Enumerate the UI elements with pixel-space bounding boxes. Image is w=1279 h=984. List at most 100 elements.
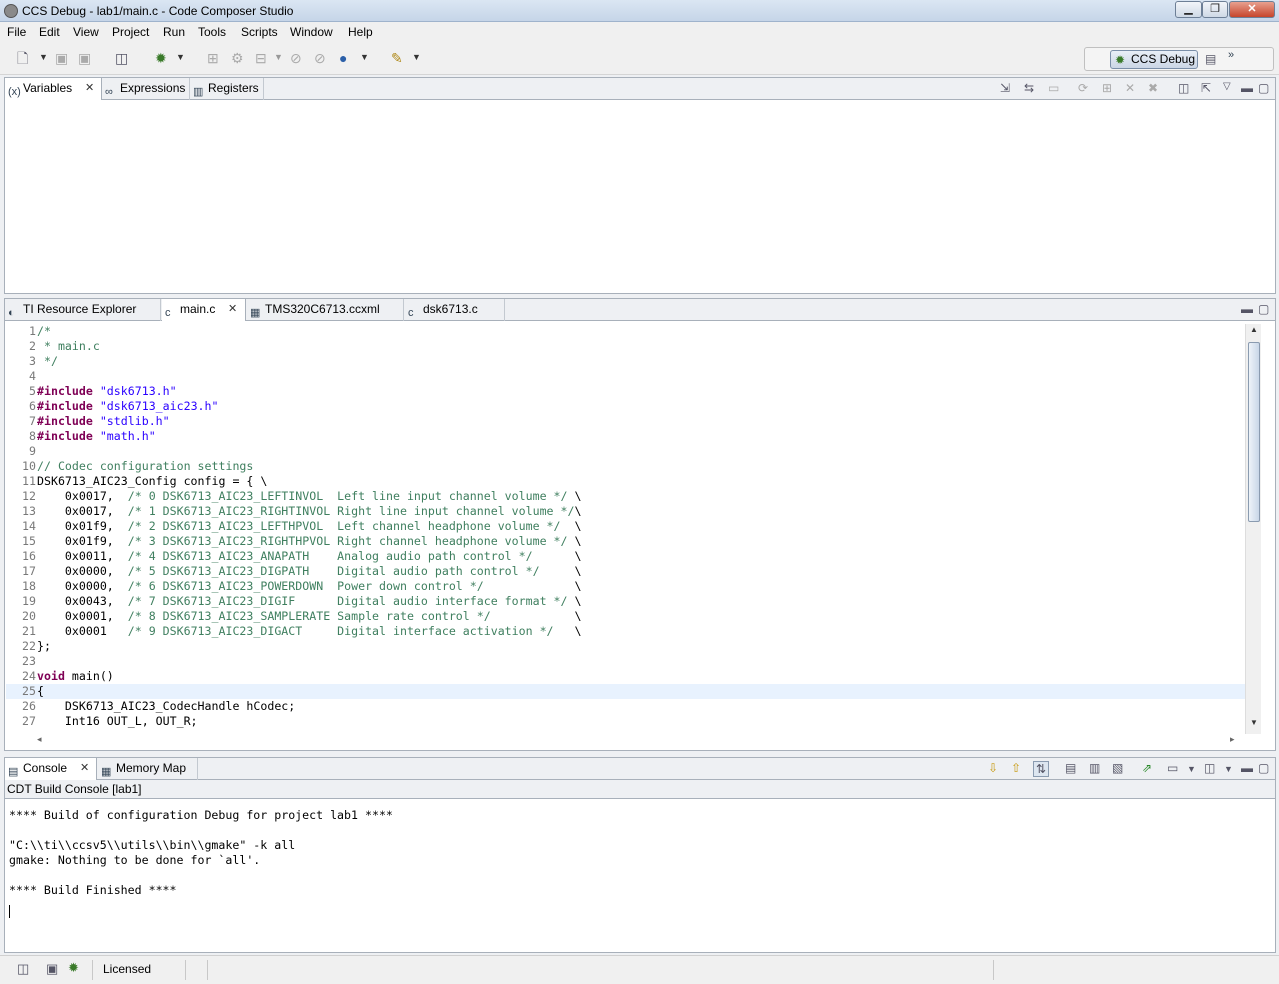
code-line[interactable]: 1/* bbox=[6, 324, 1245, 339]
open-console-icon[interactable]: ⇗ bbox=[1142, 761, 1152, 775]
minimize-icon[interactable]: ▬ bbox=[1241, 302, 1253, 316]
remove-all-icon[interactable]: ✖ bbox=[1148, 81, 1158, 95]
minimize-button[interactable]: ▁ bbox=[1175, 1, 1202, 18]
code-line[interactable]: 14 0x01f9, /* 2 DSK6713_AIC23_LEFTHPVOL … bbox=[6, 519, 1245, 534]
code-line[interactable]: 9 bbox=[6, 444, 1245, 459]
menu-edit[interactable]: Edit bbox=[39, 25, 60, 39]
new-view-icon[interactable]: ◫ bbox=[1178, 81, 1189, 95]
menu-file[interactable]: File bbox=[7, 25, 26, 39]
load-icon[interactable]: ⚙ bbox=[231, 50, 244, 66]
tab-ccxml[interactable]: ▦ TMS320C6713.ccxml bbox=[247, 299, 404, 321]
ccs-debug-perspective-button[interactable]: ✹ CCS Debug bbox=[1110, 50, 1198, 69]
new-console-icon[interactable]: ◫ bbox=[1204, 761, 1215, 775]
pin-icon[interactable]: ⇱ bbox=[1201, 81, 1211, 95]
display-console-icon[interactable]: ▭ bbox=[1167, 761, 1178, 775]
code-line[interactable]: 18 0x0000, /* 6 DSK6713_AIC23_POWERDOWN … bbox=[6, 579, 1245, 594]
code-line[interactable]: 11DSK6713_AIC23_Config config = { \ bbox=[6, 474, 1245, 489]
maximize-button[interactable]: ❐ bbox=[1202, 1, 1228, 18]
run-icon[interactable]: ● bbox=[339, 50, 347, 66]
menu-project[interactable]: Project bbox=[112, 25, 149, 39]
tab-dsk6713-c[interactable]: c dsk6713.c bbox=[405, 299, 505, 321]
tab-registers[interactable]: ▥ Registers bbox=[190, 78, 264, 100]
menu-run[interactable]: Run bbox=[163, 25, 185, 39]
tab-variables[interactable]: (x) Variables ✕ bbox=[5, 78, 102, 100]
scroll-lock-icon[interactable]: ⇅ bbox=[1033, 761, 1049, 777]
tab-console[interactable]: ▤ Console ✕ bbox=[5, 758, 97, 780]
maximize-icon[interactable]: ▢ bbox=[1258, 302, 1269, 316]
menu-view[interactable]: View bbox=[73, 25, 99, 39]
close-icon[interactable]: ✕ bbox=[85, 78, 94, 99]
show-type-icon[interactable]: ⇲ bbox=[1000, 81, 1010, 95]
code-line[interactable]: 21 0x0001 /* 9 DSK6713_AIC23_DIGACT Digi… bbox=[6, 624, 1245, 639]
tab-main-c[interactable]: c main.c ✕ bbox=[162, 299, 246, 321]
debug-icon[interactable]: ✹ bbox=[68, 960, 79, 976]
copy-icon[interactable]: ▧ bbox=[1112, 761, 1123, 775]
close-icon[interactable]: ✕ bbox=[228, 299, 237, 320]
collapse-icon[interactable]: ⇆ bbox=[1024, 81, 1034, 95]
chevron-down-icon[interactable]: ▼ bbox=[39, 52, 48, 62]
code-line[interactable]: 7#include "stdlib.h" bbox=[6, 414, 1245, 429]
refresh-icon[interactable]: ⟳ bbox=[1078, 81, 1088, 95]
clear-console-icon[interactable]: ▤ bbox=[1065, 761, 1076, 775]
flash-icon[interactable]: ⊟ bbox=[255, 50, 267, 66]
save-icon[interactable]: ▣ bbox=[55, 50, 68, 66]
remove-icon[interactable]: ✕ bbox=[1125, 81, 1135, 95]
tab-expressions[interactable]: ∞ Expressions bbox=[102, 78, 190, 100]
target-icon[interactable]: ▣ bbox=[46, 961, 58, 977]
code-line[interactable]: 22}; bbox=[6, 639, 1245, 654]
code-line[interactable]: 3 */ bbox=[6, 354, 1245, 369]
scroll-up-icon[interactable]: ▲ bbox=[1248, 325, 1260, 339]
more-perspectives[interactable]: » bbox=[1228, 49, 1234, 61]
menu-window[interactable]: Window bbox=[290, 25, 333, 39]
menu-help[interactable]: Help bbox=[348, 25, 373, 39]
new-icon[interactable]: ◫ bbox=[17, 961, 29, 977]
minimize-icon[interactable]: ▬ bbox=[1241, 761, 1253, 775]
scrollbar-thumb[interactable] bbox=[1248, 342, 1260, 522]
code-line[interactable]: 24void main() bbox=[6, 669, 1245, 684]
menu-scripts[interactable]: Scripts bbox=[241, 25, 278, 39]
tab-ti-resource-explorer[interactable]: ◐ TI Resource Explorer bbox=[5, 299, 161, 321]
code-line[interactable]: 27 Int16 OUT_L, OUT_R; bbox=[6, 714, 1245, 729]
close-icon[interactable]: ✕ bbox=[80, 758, 89, 779]
skip-icon[interactable]: ⊘ bbox=[314, 50, 326, 66]
code-line[interactable]: 15 0x01f9, /* 3 DSK6713_AIC23_RIGHTHPVOL… bbox=[6, 534, 1245, 549]
debug-icon[interactable]: ✹ bbox=[155, 50, 167, 66]
scroll-right-icon[interactable]: ▸ bbox=[1230, 734, 1235, 745]
code-line[interactable]: 10// Codec configuration settings bbox=[6, 459, 1245, 474]
chevron-down-icon[interactable]: ▼ bbox=[176, 52, 185, 62]
code-line[interactable]: 19 0x0043, /* 7 DSK6713_AIC23_DIGIF Digi… bbox=[6, 594, 1245, 609]
scroll-left-icon[interactable]: ◂ bbox=[37, 734, 42, 745]
chevron-down-icon[interactable]: ▼ bbox=[412, 52, 421, 62]
arrow-down-icon[interactable]: ⇩ bbox=[988, 761, 998, 775]
code-line[interactable]: 8#include "math.h" bbox=[6, 429, 1245, 444]
view-menu-icon[interactable]: ▽ bbox=[1223, 81, 1231, 92]
connect-icon[interactable]: ⊞ bbox=[207, 50, 219, 66]
maximize-icon[interactable]: ▢ bbox=[1258, 761, 1269, 775]
chevron-down-icon[interactable]: ▼ bbox=[274, 52, 283, 62]
horizontal-scrollbar[interactable]: ◂ ▸ bbox=[35, 734, 1245, 748]
code-line[interactable]: 26 DSK6713_AIC23_CodecHandle hCodec; bbox=[6, 699, 1245, 714]
save-all-icon[interactable]: ▣ bbox=[78, 50, 91, 66]
breakpoint-icon[interactable]: ⊘ bbox=[290, 50, 302, 66]
code-line[interactable]: 17 0x0000, /* 5 DSK6713_AIC23_DIGPATH Di… bbox=[6, 564, 1245, 579]
code-line[interactable]: 23 bbox=[6, 654, 1245, 669]
code-area[interactable]: 1/*2 * main.c3 */45#include "dsk6713.h"6… bbox=[6, 324, 1245, 734]
code-line[interactable]: 6#include "dsk6713_aic23.h" bbox=[6, 399, 1245, 414]
chevron-down-icon[interactable]: ▼ bbox=[1224, 764, 1233, 774]
menu-tools[interactable]: Tools bbox=[198, 25, 226, 39]
select-all-icon[interactable]: ▭ bbox=[1048, 81, 1059, 95]
new-icon[interactable]: 🗋 bbox=[17, 50, 28, 66]
arrow-up-icon[interactable]: ⇧ bbox=[1011, 761, 1021, 775]
pin-console-icon[interactable]: ▥ bbox=[1089, 761, 1100, 775]
scroll-down-icon[interactable]: ▼ bbox=[1248, 718, 1260, 732]
edit-perspective-icon[interactable]: ▤ bbox=[1205, 52, 1216, 66]
add-icon[interactable]: ⊞ bbox=[1102, 81, 1112, 95]
code-line[interactable]: 4 bbox=[6, 369, 1245, 384]
open-perspective-icon[interactable]: ◫ bbox=[115, 50, 128, 66]
minimize-icon[interactable]: ▬ bbox=[1241, 81, 1253, 95]
code-line[interactable]: 12 0x0017, /* 0 DSK6713_AIC23_LEFTINVOL … bbox=[6, 489, 1245, 504]
close-button[interactable]: ✕ bbox=[1229, 1, 1275, 18]
code-line[interactable]: 5#include "dsk6713.h" bbox=[6, 384, 1245, 399]
chevron-down-icon[interactable]: ▼ bbox=[360, 52, 369, 62]
code-line[interactable]: 13 0x0017, /* 1 DSK6713_AIC23_RIGHTINVOL… bbox=[6, 504, 1245, 519]
